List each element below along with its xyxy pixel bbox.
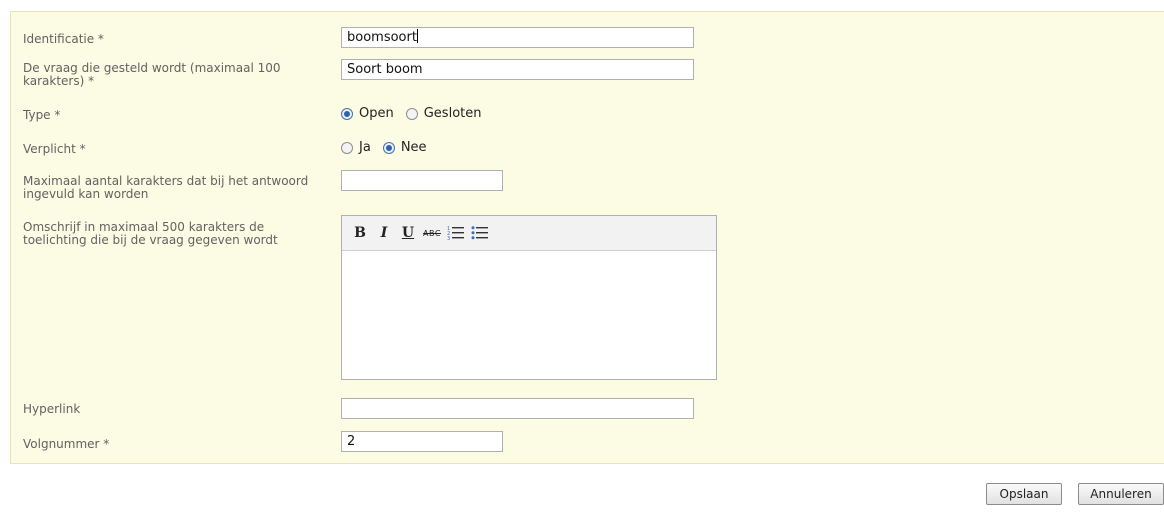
verplicht-ja-label[interactable]: Ja bbox=[359, 140, 371, 155]
hyperlink-label: Hyperlink bbox=[23, 402, 81, 416]
unordered-list-icon[interactable] bbox=[470, 223, 490, 243]
type-open-radio[interactable] bbox=[341, 107, 353, 120]
strikethrough-button[interactable]: ABC bbox=[422, 223, 442, 243]
verplicht-label: Verplicht * bbox=[23, 142, 86, 156]
bold-button[interactable]: B bbox=[350, 223, 370, 243]
identificatie-input[interactable]: boomsoort bbox=[341, 27, 694, 48]
form-panel: Identificatie * boomsoort De vraag die g… bbox=[10, 11, 1164, 464]
volgnummer-label: Volgnummer * bbox=[23, 437, 110, 451]
type-open-label[interactable]: Open bbox=[359, 106, 394, 121]
underline-button[interactable]: U bbox=[398, 223, 418, 243]
type-gesloten-radio[interactable] bbox=[405, 107, 418, 120]
editor-toolbar: B I U ABC 1 2 3 bbox=[342, 216, 716, 251]
maxkarakters-input[interactable] bbox=[341, 170, 503, 191]
save-button[interactable]: Opslaan bbox=[986, 483, 1062, 505]
toelichting-label: Omschrijf in maximaal 500 karakters de t… bbox=[23, 220, 278, 247]
svg-text:3: 3 bbox=[447, 236, 450, 241]
identificatie-label: Identificatie * bbox=[23, 32, 104, 46]
cancel-button[interactable]: Annuleren bbox=[1078, 483, 1164, 505]
verplicht-nee-radio[interactable] bbox=[382, 141, 395, 154]
ordered-list-icon[interactable]: 1 2 3 bbox=[446, 223, 466, 243]
verplicht-ja-radio[interactable] bbox=[341, 141, 353, 154]
italic-button[interactable]: I bbox=[374, 223, 394, 243]
volgnummer-input[interactable] bbox=[341, 431, 503, 452]
vraag-input[interactable] bbox=[341, 59, 694, 80]
editor-content[interactable] bbox=[342, 251, 716, 379]
type-gesloten-label[interactable]: Gesloten bbox=[424, 106, 482, 121]
toelichting-editor: B I U ABC 1 2 3 bbox=[341, 215, 717, 380]
type-label: Type * bbox=[23, 108, 61, 122]
verplicht-radio-group: Ja Nee bbox=[341, 140, 439, 155]
verplicht-nee-label[interactable]: Nee bbox=[401, 140, 427, 155]
type-radio-group: Open Gesloten bbox=[341, 106, 493, 121]
vraag-label: De vraag die gesteld wordt (maximaal 100… bbox=[23, 61, 281, 88]
hyperlink-input[interactable] bbox=[341, 398, 694, 419]
maxkarakters-label: Maximaal aantal karakters dat bij het an… bbox=[23, 174, 309, 201]
